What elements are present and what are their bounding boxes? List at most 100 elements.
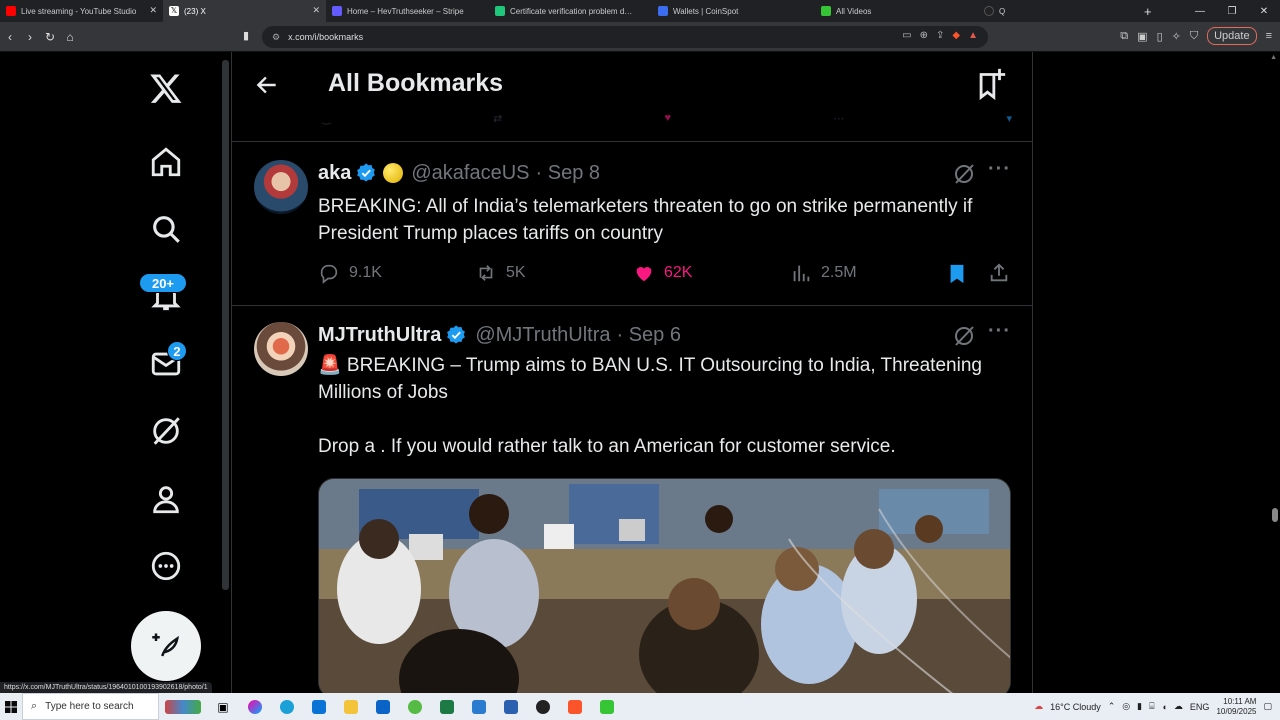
sidebar-icon[interactable]: ▯ bbox=[1157, 30, 1163, 43]
brave-icon[interactable] bbox=[559, 693, 591, 720]
more-options-icon[interactable] bbox=[138, 538, 194, 594]
mic-icon[interactable]: ▮ bbox=[1137, 701, 1142, 712]
grok-icon[interactable] bbox=[138, 403, 194, 459]
views-button[interactable]: 2.5M bbox=[790, 262, 857, 284]
cast-icon[interactable]: ▭ bbox=[902, 30, 911, 41]
profile-icon[interactable] bbox=[138, 471, 194, 527]
restore-button[interactable]: ❐ bbox=[1216, 0, 1248, 22]
views-icon: ⋯ bbox=[833, 113, 845, 125]
more-icon[interactable]: ··· bbox=[988, 320, 1011, 343]
tray-chevron-icon[interactable]: ⌃ bbox=[1108, 701, 1116, 712]
home-button[interactable]: ⌂ bbox=[60, 22, 80, 52]
post-photo[interactable] bbox=[318, 478, 1011, 693]
tab-stripe[interactable]: Home – HevTruthseeker – Stripe bbox=[326, 0, 489, 22]
menu-icon[interactable]: ≡ bbox=[1266, 30, 1272, 42]
coinspot-icon bbox=[658, 6, 668, 16]
repost-icon: ⇄ bbox=[493, 113, 503, 125]
post-date[interactable]: · Sep 8 bbox=[536, 162, 600, 185]
repost-button[interactable]: 5K bbox=[475, 262, 526, 284]
nav-scrollbar[interactable] bbox=[222, 60, 229, 590]
wallet-icon[interactable]: ▣ bbox=[1137, 30, 1147, 43]
bookmark-filled-icon[interactable] bbox=[946, 262, 968, 286]
volume-icon[interactable]: ◖ bbox=[1161, 702, 1166, 712]
reload-button[interactable]: ↻ bbox=[40, 22, 60, 52]
tab-q[interactable]: Q bbox=[978, 0, 1138, 22]
forward-button[interactable]: › bbox=[20, 22, 40, 52]
heart-icon: ♥ bbox=[664, 112, 672, 124]
new-tab-button[interactable]: + bbox=[1144, 4, 1152, 19]
avatar[interactable] bbox=[254, 160, 308, 214]
address-bar[interactable]: ⚙ x.com/i/bookmarks ▭ ⊕ ⇪ ◆ ▲ bbox=[262, 26, 988, 48]
extensions-icon[interactable]: ⧉ bbox=[1120, 30, 1128, 43]
compose-post-button[interactable] bbox=[131, 611, 201, 681]
display-name[interactable]: MJTruthUltra bbox=[318, 324, 441, 347]
onedrive-icon[interactable]: ☁ bbox=[1174, 701, 1183, 712]
tab-x[interactable]: 𝕏 (23) X ✕ bbox=[163, 0, 326, 22]
language-indicator[interactable]: ENG bbox=[1190, 702, 1210, 712]
tab-certificate[interactable]: Certificate verification problem dete bbox=[489, 0, 652, 22]
back-button[interactable]: ‹ bbox=[0, 22, 20, 52]
x-logo-icon[interactable] bbox=[138, 60, 194, 116]
close-window-button[interactable]: ✕ bbox=[1248, 0, 1280, 22]
page-scrollbar-thumb[interactable] bbox=[1272, 508, 1278, 522]
display-name[interactable]: aka bbox=[318, 162, 351, 185]
file-explorer-icon[interactable] bbox=[335, 693, 367, 720]
avatar[interactable] bbox=[254, 322, 308, 376]
brave-shields-icon[interactable]: ◆ bbox=[952, 30, 960, 41]
share-icon[interactable] bbox=[988, 262, 1010, 284]
obs-icon[interactable] bbox=[527, 693, 559, 720]
copilot-icon[interactable] bbox=[239, 693, 271, 720]
view-count: 2.5M bbox=[821, 264, 857, 281]
vscode-icon[interactable] bbox=[463, 693, 495, 720]
task-view-icon[interactable]: ▣ bbox=[207, 693, 239, 720]
close-icon[interactable]: ✕ bbox=[149, 5, 157, 16]
edge-icon[interactable] bbox=[271, 693, 303, 720]
chrome-icon[interactable] bbox=[399, 693, 431, 720]
news-widget-icon[interactable] bbox=[159, 693, 207, 720]
outlook-icon[interactable] bbox=[367, 693, 399, 720]
rumble-studio-icon[interactable] bbox=[591, 693, 623, 720]
handle[interactable]: @MJTruthUltra bbox=[475, 324, 610, 347]
word-icon[interactable] bbox=[495, 693, 527, 720]
search-icon[interactable] bbox=[138, 201, 194, 257]
tab-all-videos[interactable]: All Videos bbox=[815, 0, 978, 22]
network-icon[interactable]: ⌸ bbox=[1149, 701, 1154, 712]
tab-coinspot[interactable]: Wallets | CoinSpot bbox=[652, 0, 815, 22]
back-arrow-icon[interactable] bbox=[254, 72, 280, 98]
tab-title: Wallets | CoinSpot bbox=[673, 6, 739, 16]
post-date[interactable]: · Sep 6 bbox=[616, 324, 680, 347]
start-button[interactable] bbox=[0, 693, 22, 720]
tab-youtube-studio[interactable]: Live streaming - YouTube Studio ✕ bbox=[0, 0, 163, 22]
notification-center-icon[interactable]: ▢ bbox=[1263, 701, 1272, 712]
store-icon[interactable] bbox=[303, 693, 335, 720]
messages-icon[interactable] bbox=[138, 336, 194, 392]
clock[interactable]: 10:11 AM 10/09/2025 bbox=[1216, 697, 1256, 717]
grok-explain-icon[interactable] bbox=[952, 162, 976, 186]
grok-explain-icon[interactable] bbox=[952, 324, 976, 348]
taskbar-search[interactable]: ⌕ Type here to search bbox=[22, 693, 159, 720]
clock-time: 10:11 AM bbox=[1223, 696, 1257, 706]
reply-button[interactable]: 9.1K bbox=[318, 262, 382, 284]
weather-text[interactable]: 16°C Cloudy bbox=[1050, 702, 1101, 712]
update-button[interactable]: Update bbox=[1207, 27, 1257, 45]
vpn-icon[interactable]: ⛉ bbox=[1190, 30, 1198, 43]
camera-icon[interactable]: ◎ bbox=[1122, 701, 1130, 712]
leo-icon[interactable]: ✧ bbox=[1172, 30, 1181, 43]
like-button[interactable]: 62K bbox=[633, 262, 692, 284]
new-bookmark-folder-icon[interactable] bbox=[974, 66, 1008, 100]
bookmark-page-icon[interactable]: ▮ bbox=[243, 29, 249, 42]
share-icon[interactable]: ⇪ bbox=[936, 30, 944, 41]
zoom-icon[interactable]: ⊕ bbox=[920, 30, 928, 41]
brave-rewards-icon[interactable]: ▲ bbox=[968, 30, 978, 41]
scroll-up-icon[interactable]: ▲ bbox=[1270, 54, 1277, 61]
post-header: MJTruthUltra @MJTruthUltra · Sep 6 bbox=[318, 322, 681, 348]
excel-icon[interactable] bbox=[431, 693, 463, 720]
home-icon[interactable] bbox=[138, 134, 194, 190]
post-aka[interactable]: aka @akafaceUS · Sep 8 ··· BREAKING: All… bbox=[232, 144, 1032, 306]
close-icon[interactable]: ✕ bbox=[312, 5, 320, 16]
more-icon[interactable]: ··· bbox=[988, 158, 1011, 181]
post-mjtruthultra[interactable]: MJTruthUltra @MJTruthUltra · Sep 6 ··· 🚨… bbox=[232, 306, 1032, 693]
minimize-button[interactable]: — bbox=[1184, 0, 1216, 22]
handle[interactable]: @akafaceUS bbox=[411, 162, 529, 185]
site-info-icon[interactable]: ⚙ bbox=[272, 32, 280, 43]
